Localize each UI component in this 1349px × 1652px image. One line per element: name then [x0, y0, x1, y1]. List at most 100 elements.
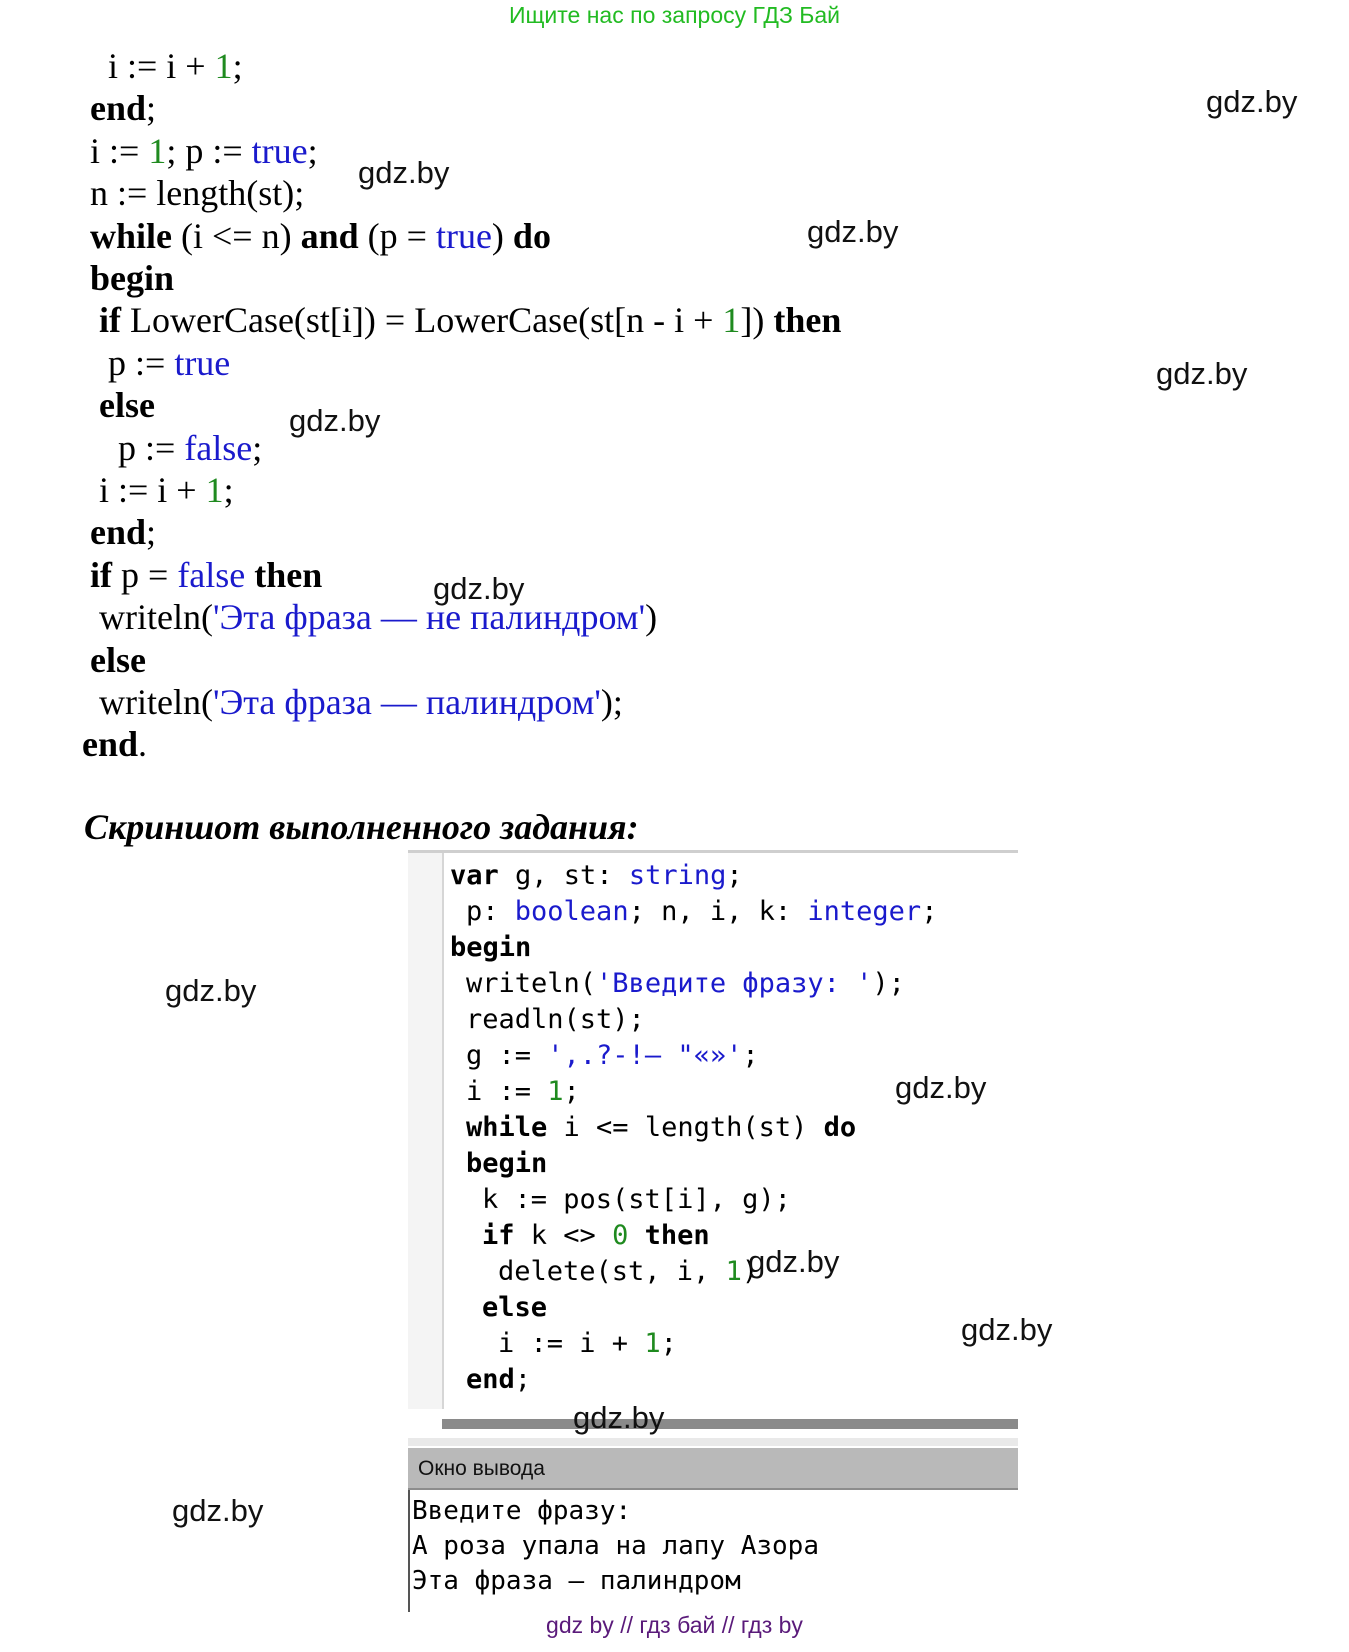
code-token: p :=: [108, 343, 175, 383]
code-token: i <= length(st): [547, 1112, 824, 1143]
code-token: ): [645, 597, 658, 637]
code-token: else: [482, 1292, 548, 1323]
code-token: begin: [466, 1148, 548, 1179]
output-line: Введите фразу:: [412, 1496, 632, 1526]
code-token: begin: [450, 932, 532, 963]
watermark: gdz.by: [1206, 84, 1298, 119]
code-token: 1: [547, 1076, 564, 1107]
screenshot-caption: Скриншот выполненного задания:: [84, 807, 639, 847]
code-line: i := i + 1;: [99, 468, 234, 512]
code-line: else: [90, 638, 146, 682]
code-token: writeln(: [466, 968, 597, 999]
ide-code-line: else: [482, 1290, 547, 1326]
code-token: do: [823, 1112, 857, 1143]
code-token: else: [99, 385, 155, 425]
code-line: i := i + 1;: [108, 44, 243, 88]
watermark: gdz.by: [895, 1070, 987, 1105]
code-token: else: [90, 640, 146, 680]
code-token: and: [300, 216, 359, 256]
code-token: if: [90, 555, 112, 595]
code-token: 0: [612, 1220, 629, 1251]
panel-splitter[interactable]: [408, 1438, 1018, 1446]
ide-code-line: while i <= length(st) do: [466, 1110, 856, 1146]
code-line: if p = false then: [90, 553, 322, 597]
code-token: false: [177, 555, 246, 595]
code-line: end;: [90, 510, 156, 554]
code-token: k := pos(st[i], g);: [482, 1184, 791, 1215]
ide-code-line: begin: [466, 1146, 547, 1182]
code-token: p =: [112, 555, 178, 595]
output-left-border: [408, 1490, 410, 1612]
code-token: 'Введите фразу: ': [596, 968, 873, 999]
output-window-text: Введите фразу: А роза упала на лапу Азор…: [412, 1494, 819, 1599]
code-token: true: [174, 343, 231, 383]
watermark: gdz.by: [172, 1493, 264, 1528]
editor-gutter: [408, 853, 444, 1409]
code-token: ; p :=: [166, 131, 252, 171]
code-line: writeln('Эта фраза — палиндром');: [99, 680, 623, 724]
code-token: ;: [252, 428, 263, 468]
code-token: );: [872, 968, 905, 999]
code-token: begin: [90, 258, 175, 298]
watermark: gdz.by: [961, 1312, 1053, 1347]
code-token: ;: [921, 896, 938, 927]
code-line: else: [99, 383, 155, 427]
code-token: var: [450, 860, 499, 891]
code-token: p :=: [118, 428, 185, 468]
output-window-title: Окно вывода: [418, 1457, 545, 1480]
code-token: then: [773, 300, 842, 340]
horizontal-scrollbar[interactable]: [442, 1419, 1018, 1429]
ide-code-line: readln(st);: [466, 1002, 645, 1038]
code-token: LowerCase(st[i]) = LowerCase(st[n - i +: [121, 300, 723, 340]
code-token: false: [184, 428, 253, 468]
output-line: Эта фраза — палиндром: [412, 1566, 741, 1596]
watermark: gdz.by: [165, 973, 257, 1008]
code-line: begin: [90, 256, 174, 300]
code-token: 1: [725, 1256, 742, 1287]
code-token: (i <= n): [172, 216, 301, 256]
code-line: if LowerCase(st[i]) = LowerCase(st[n - i…: [99, 298, 841, 342]
code-token: 1: [148, 131, 167, 171]
code-token: i := i +: [108, 46, 215, 86]
output-line: А роза упала на лапу Азора: [412, 1531, 819, 1561]
watermark: gdz.by: [748, 1244, 840, 1279]
code-token: ;: [146, 512, 157, 552]
output-window-header: Окно вывода: [408, 1448, 1018, 1490]
ide-code-line: p: boolean; n, i, k: integer;: [466, 894, 937, 930]
code-token: string: [628, 860, 727, 891]
code-token: readln(st);: [466, 1004, 645, 1035]
code-token: 1: [205, 470, 224, 510]
code-line: p := false;: [118, 426, 262, 470]
code-line: end;: [90, 86, 156, 130]
code-line: n := length(st);: [90, 171, 304, 215]
watermark: gdz.by: [573, 1400, 665, 1435]
code-token: ;: [726, 860, 743, 891]
ide-code-line: delete(st, i, 1): [498, 1254, 758, 1290]
code-token: ;: [223, 470, 234, 510]
code-token: g, st:: [498, 860, 629, 891]
code-token: ;: [232, 46, 243, 86]
code-token: end: [90, 88, 147, 128]
code-token: ;: [563, 1076, 580, 1107]
code-token: ;: [146, 88, 157, 128]
code-token: while: [466, 1112, 548, 1143]
code-token: writeln(: [99, 682, 213, 722]
code-token: true: [435, 216, 492, 256]
code-token: ; n, i, k:: [628, 896, 808, 927]
code-token: boolean: [514, 896, 629, 927]
code-token: if: [99, 300, 121, 340]
code-token: 1: [644, 1328, 661, 1359]
code-line: p := true: [108, 341, 230, 385]
code-line: i := 1; p := true;: [90, 129, 318, 173]
code-token: 1: [214, 46, 233, 86]
ide-code-line: if k <> 0 then: [482, 1218, 710, 1254]
code-token: integer: [807, 896, 922, 927]
code-token: i :=: [90, 131, 149, 171]
code-token: end: [90, 512, 147, 552]
code-token: while: [90, 216, 173, 256]
code-token: 'Эта фраза — не палиндром': [212, 597, 646, 637]
code-token: p:: [466, 896, 515, 927]
ide-code-line: i := i + 1;: [498, 1326, 677, 1362]
